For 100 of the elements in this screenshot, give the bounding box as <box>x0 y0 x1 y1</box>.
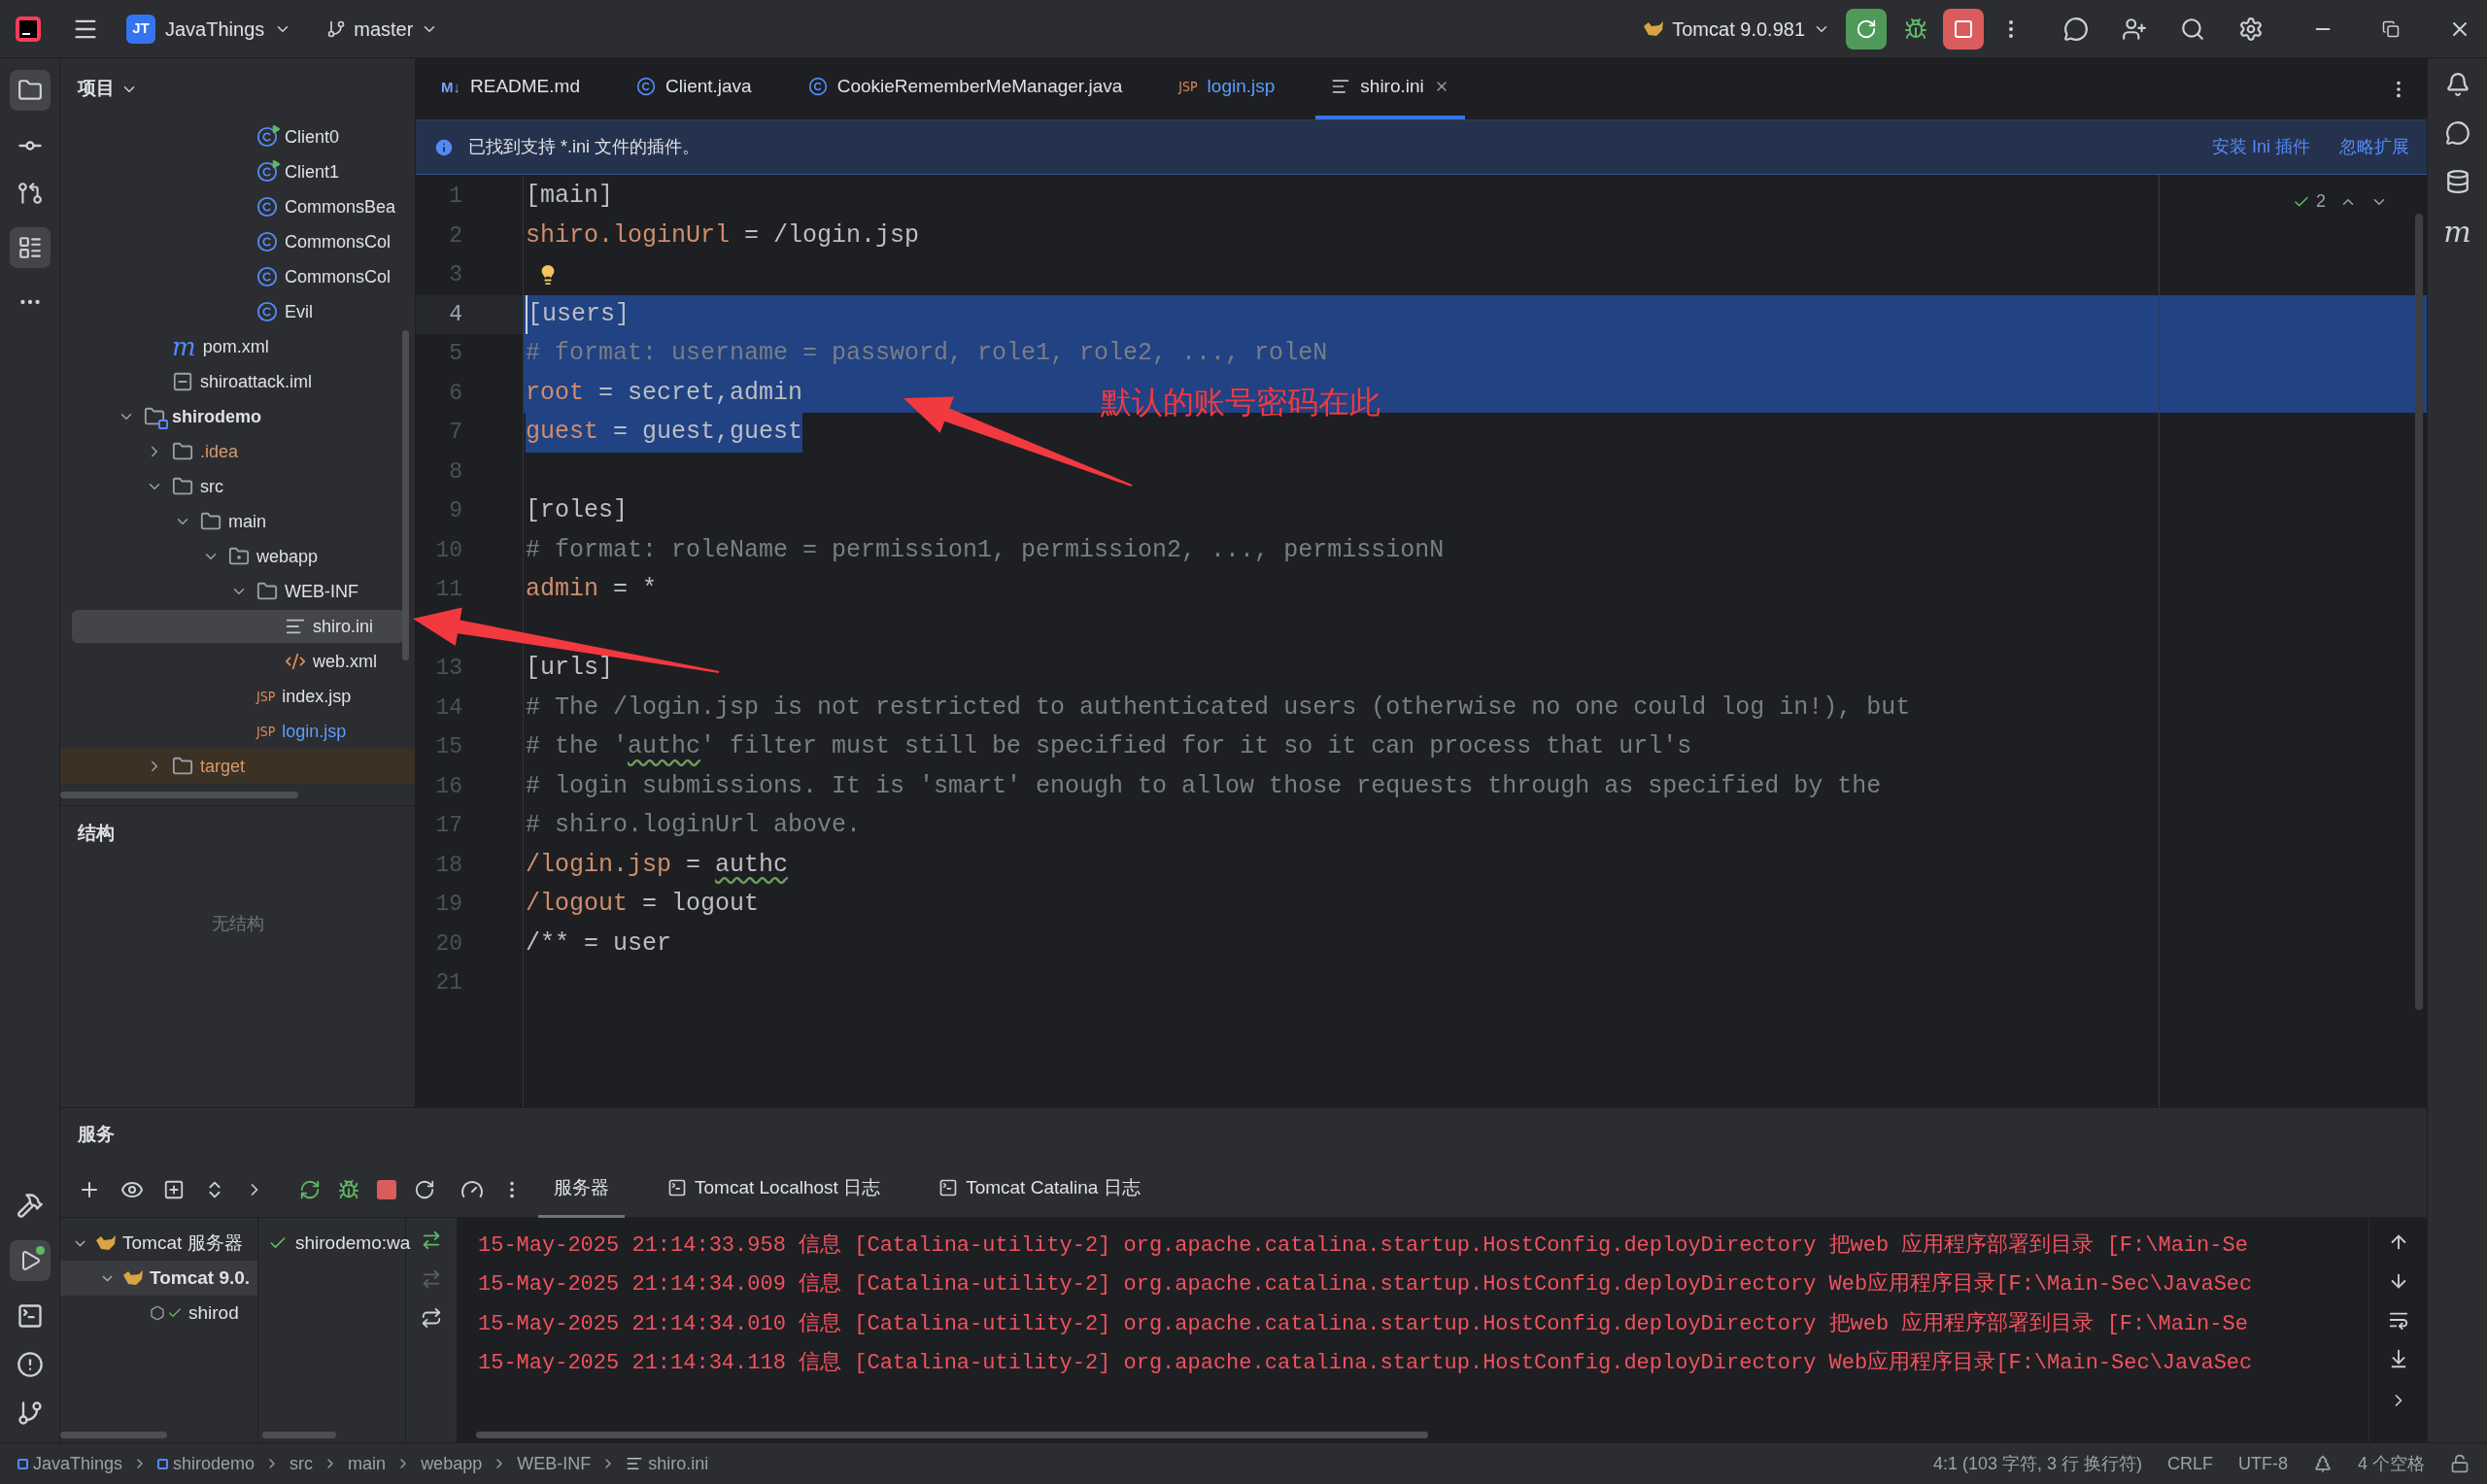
structure-tool-button[interactable] <box>9 227 51 268</box>
database-icon[interactable] <box>2444 169 2470 194</box>
chat-icon[interactable] <box>2444 120 2470 146</box>
rerun-icon <box>1856 17 1877 40</box>
tab-label: login.jsp <box>1207 74 1276 98</box>
run-config-selector[interactable]: Tomcat 9.0.981 <box>1643 14 1830 44</box>
project-switcher[interactable]: JT JavaThings <box>126 14 292 44</box>
deploy-icon[interactable] <box>421 1230 442 1251</box>
tree-item[interactable]: .idea <box>72 435 404 468</box>
tree-item[interactable]: main <box>72 505 404 538</box>
markdown-icon: M↓ <box>441 79 460 94</box>
tree-item[interactable]: Evil <box>72 295 404 328</box>
tree-item[interactable]: web.xml <box>72 645 404 678</box>
scrollbar[interactable] <box>476 1432 1428 1438</box>
indent-setting[interactable]: 4 个空格 <box>2358 1450 2425 1477</box>
restore-icon[interactable] <box>2382 19 2400 38</box>
terminal-icon[interactable] <box>16 1302 44 1330</box>
editor-tab[interactable]: JSP login.jsp <box>1163 57 1291 119</box>
line-separator[interactable]: CRLF <box>2166 1450 2213 1477</box>
breadcrumb[interactable]: webapp <box>421 1450 483 1477</box>
tree-item[interactable]: CommonsBea <box>72 190 404 223</box>
tree-item[interactable]: Client0 <box>72 120 404 153</box>
tab-label: 服务器 <box>554 1175 609 1199</box>
service-item[interactable]: shirod <box>60 1296 257 1331</box>
breadcrumb[interactable]: shiro.ini <box>648 1450 709 1477</box>
tree-item[interactable]: CommonsCol <box>72 225 404 258</box>
banner-link[interactable]: 忽略扩展 <box>2339 134 2409 160</box>
module-folder-icon <box>144 406 165 427</box>
tab-label: Tomcat Localhost 日志 <box>695 1175 881 1199</box>
project-tool-button[interactable] <box>9 70 51 111</box>
banner-link[interactable]: 安装 Ini 插件 <box>2212 134 2310 160</box>
tree-item[interactable]: WEB-INF <box>72 575 404 608</box>
encoding[interactable]: UTF-8 <box>2238 1450 2288 1477</box>
inspection-widget[interactable]: 2 <box>2293 188 2388 215</box>
tree-item[interactable]: JSP index.jsp <box>72 680 404 713</box>
add-user-icon[interactable] <box>2122 16 2147 42</box>
stop-icon[interactable] <box>377 1179 396 1199</box>
breadcrumb[interactable]: main <box>348 1450 387 1477</box>
item-label: Client1 <box>285 160 340 184</box>
tree-item[interactable]: src <box>72 470 404 503</box>
tree-item[interactable]: shiro.ini <box>72 610 404 643</box>
tab-label: CookieRememberMeManager.java <box>836 74 1123 98</box>
scrollbar[interactable] <box>60 792 298 798</box>
editor-tab[interactable]: M↓ README.md <box>426 57 596 119</box>
tree-item[interactable]: m pom.xml <box>72 330 404 363</box>
log-line: 15-May-2025 21:14:33.958 信息 [Catalina-utility-2] org.apache.catalina.startup.HostConfig.deployDirectory 把web 应用程序部署到目录 [F:\Main-Se <box>478 1231 2249 1260</box>
scrollbar[interactable] <box>60 1432 167 1438</box>
breadcrumb[interactable]: src <box>290 1450 314 1477</box>
class-icon <box>256 301 278 322</box>
console-tab[interactable]: Tomcat Catalina 日志 <box>923 1161 1156 1218</box>
tree-item[interactable]: Client1 <box>72 155 404 188</box>
editor-tab[interactable]: CookieRememberMeManager.java <box>792 57 1139 119</box>
tree-item[interactable]: shiroattack.iml <box>72 365 404 398</box>
project-view-selector[interactable]: 项目 <box>78 75 138 103</box>
lock-icon[interactable] <box>2450 1454 2470 1473</box>
tree-item[interactable]: webapp <box>72 540 404 573</box>
services-tool-button[interactable] <box>9 1240 51 1281</box>
refresh-icon[interactable] <box>421 1307 442 1329</box>
service-item[interactable]: Tomcat 服务器 <box>60 1226 257 1261</box>
problems-icon[interactable] <box>16 1351 44 1378</box>
tree-icon[interactable] <box>2313 1454 2333 1473</box>
settings-icon[interactable] <box>2238 16 2264 42</box>
breadcrumb[interactable]: WEB-INF <box>517 1450 592 1477</box>
maven-icon[interactable]: m <box>2443 218 2471 247</box>
line-number: 4 <box>449 300 462 329</box>
tree-item[interactable]: CommonsCol <box>72 260 404 293</box>
pull-request-icon[interactable] <box>17 181 43 206</box>
caret-position[interactable]: 4:1 (103 字符, 3 行 换行符) <box>1932 1450 2142 1477</box>
editor-tab[interactable]: Client.java <box>620 57 767 119</box>
hammer-icon[interactable] <box>16 1192 44 1219</box>
service-item[interactable]: Tomcat 9.0. <box>60 1261 257 1296</box>
rerun-button[interactable] <box>1846 8 1887 50</box>
debug-icon[interactable] <box>338 1178 359 1200</box>
console-tab[interactable]: Tomcat Localhost 日志 <box>652 1161 897 1218</box>
rerun-icon[interactable] <box>299 1178 321 1200</box>
debug-icon[interactable] <box>1904 17 1927 41</box>
class-icon <box>256 266 278 287</box>
notifications-icon[interactable] <box>2444 72 2470 97</box>
info-icon <box>433 136 455 158</box>
branch-switcher[interactable]: master <box>326 14 439 44</box>
breadcrumb[interactable]: JavaThings <box>33 1450 123 1477</box>
class-icon <box>256 231 278 253</box>
scrollbar[interactable] <box>402 330 409 660</box>
scrollbar[interactable] <box>2415 214 2423 1010</box>
tree-item[interactable]: JSP login.jsp <box>72 715 404 748</box>
breadcrumb[interactable]: shirodemo <box>173 1450 256 1477</box>
scrollbar[interactable] <box>262 1432 336 1438</box>
stop-button[interactable] <box>1943 8 1984 50</box>
class-icon <box>807 77 828 96</box>
item-label: Tomcat 服务器 <box>122 1231 243 1255</box>
project-name: JavaThings <box>165 17 265 42</box>
refresh-icon[interactable] <box>414 1178 435 1200</box>
tree-item[interactable]: shirodemo <box>72 400 404 433</box>
git-icon[interactable] <box>16 1400 44 1427</box>
new-window-icon[interactable] <box>163 1178 185 1200</box>
code-line: # shiro.loginUrl above. <box>526 810 862 841</box>
structure-icon <box>17 235 43 260</box>
module-icon <box>17 1458 28 1469</box>
app-logo-icon[interactable] <box>16 16 41 42</box>
search-icon[interactable] <box>2180 16 2205 42</box>
